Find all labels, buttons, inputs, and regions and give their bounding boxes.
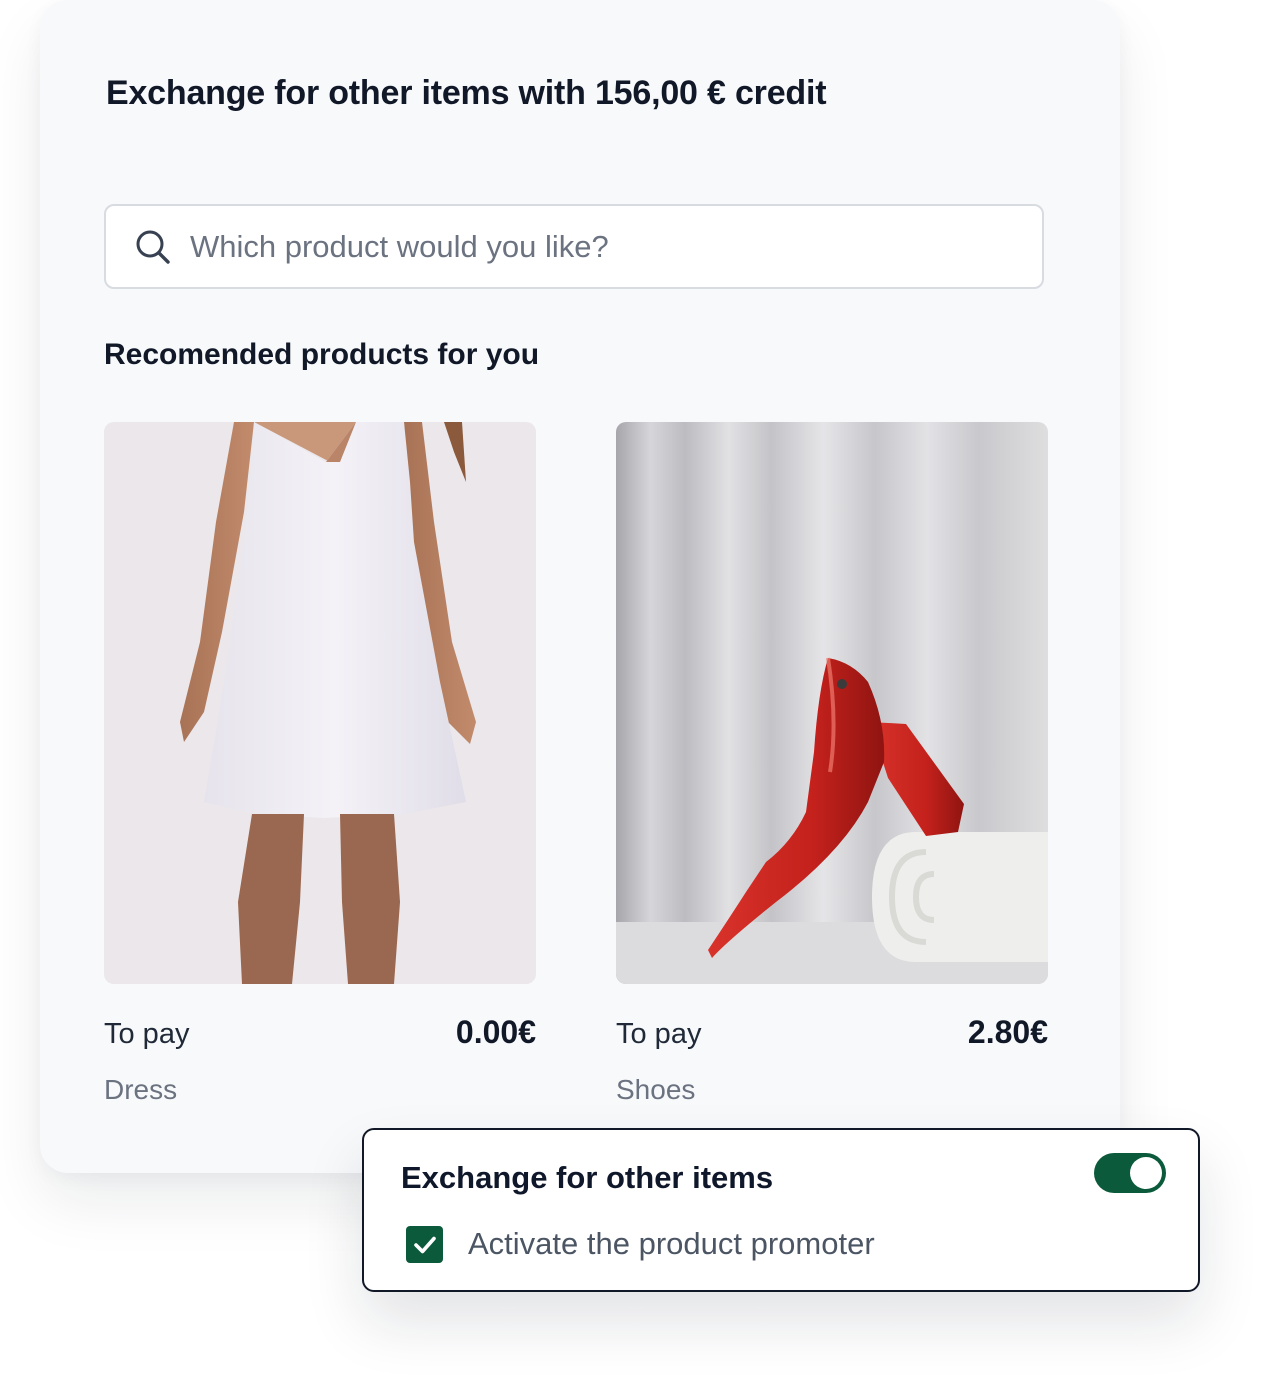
product-image-dress[interactable]: [104, 422, 536, 984]
product-price-row: To pay 0.00€ Dress: [104, 1014, 536, 1105]
product-price: 0.00€: [455, 1014, 536, 1050]
search-icon: [134, 227, 174, 267]
exchange-panel: Exchange for other items with 156,00 € c…: [40, 0, 1120, 1173]
exchange-toggle[interactable]: [1094, 1153, 1166, 1193]
product-price-row: To pay 2.80€ Shoes: [616, 1014, 1048, 1105]
search-input[interactable]: [188, 227, 1012, 266]
exchange-settings-card: Exchange for other items Activate the pr…: [362, 1128, 1200, 1292]
product-card-dress[interactable]: To pay 0.00€ Dress: [104, 422, 536, 1105]
product-promoter-checkbox[interactable]: [406, 1226, 443, 1263]
checkmark-icon: [413, 1236, 436, 1253]
product-image-shoes[interactable]: [616, 422, 1048, 984]
to-pay-label: To pay: [616, 1018, 702, 1050]
to-pay-label: To pay: [104, 1018, 190, 1050]
panel-title: Exchange for other items with 156,00 € c…: [106, 74, 827, 112]
exchange-settings-title: Exchange for other items: [401, 1160, 774, 1195]
search-box[interactable]: [104, 204, 1044, 289]
product-name: Shoes: [616, 1074, 696, 1105]
product-price: 2.80€: [967, 1014, 1048, 1050]
product-card-shoes[interactable]: To pay 2.80€ Shoes: [616, 422, 1048, 1105]
toggle-knob: [1130, 1157, 1162, 1189]
section-title: Recomended products for you: [104, 338, 540, 371]
product-name: Dress: [104, 1074, 178, 1105]
product-promoter-label[interactable]: Activate the product promoter: [468, 1226, 875, 1262]
